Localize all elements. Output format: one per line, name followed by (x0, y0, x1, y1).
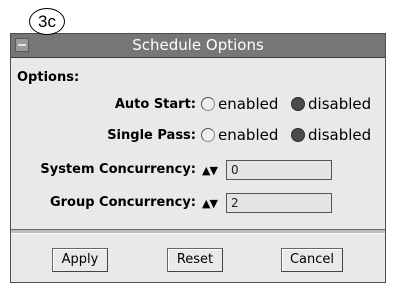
schedule-options-dialog: Schedule Options Options: Auto Start: en… (10, 33, 386, 283)
auto-start-disabled-label: disabled (308, 95, 372, 113)
cancel-button[interactable]: Cancel (281, 248, 343, 272)
separator (11, 229, 385, 234)
group-concurrency-label: Group Concurrency: (49, 195, 196, 210)
reset-button[interactable]: Reset (167, 248, 223, 272)
single-pass-disabled-label: disabled (308, 126, 372, 144)
single-pass-enabled-label: enabled (218, 126, 279, 144)
auto-start-disabled-radio[interactable]: disabled (291, 95, 371, 113)
group-concurrency-field[interactable]: 2 (226, 193, 332, 213)
radio-unselected-icon (201, 128, 215, 142)
apply-button[interactable]: Apply (52, 248, 108, 272)
system-concurrency-label: System Concurrency: (40, 162, 196, 177)
auto-start-enabled-radio[interactable]: enabled (201, 95, 278, 113)
system-concurrency-stepper-arrows-icon[interactable]: ▲▼ (202, 164, 218, 177)
auto-start-enabled-label: enabled (218, 95, 279, 113)
window-title: Schedule Options (132, 36, 264, 54)
radio-selected-icon (291, 128, 305, 142)
single-pass-enabled-radio[interactable]: enabled (201, 126, 278, 144)
radio-unselected-icon (201, 97, 215, 111)
radio-selected-icon (291, 97, 305, 111)
step-callout: 3c (29, 8, 65, 35)
system-concurrency-field[interactable]: 0 (226, 160, 332, 180)
options-heading: Options: (17, 70, 80, 85)
single-pass-disabled-radio[interactable]: disabled (291, 126, 371, 144)
single-pass-label: Single Pass: (107, 128, 196, 143)
auto-start-label: Auto Start: (114, 97, 196, 112)
group-concurrency-stepper-arrows-icon[interactable]: ▲▼ (202, 197, 218, 210)
title-bar: Schedule Options (11, 34, 385, 58)
